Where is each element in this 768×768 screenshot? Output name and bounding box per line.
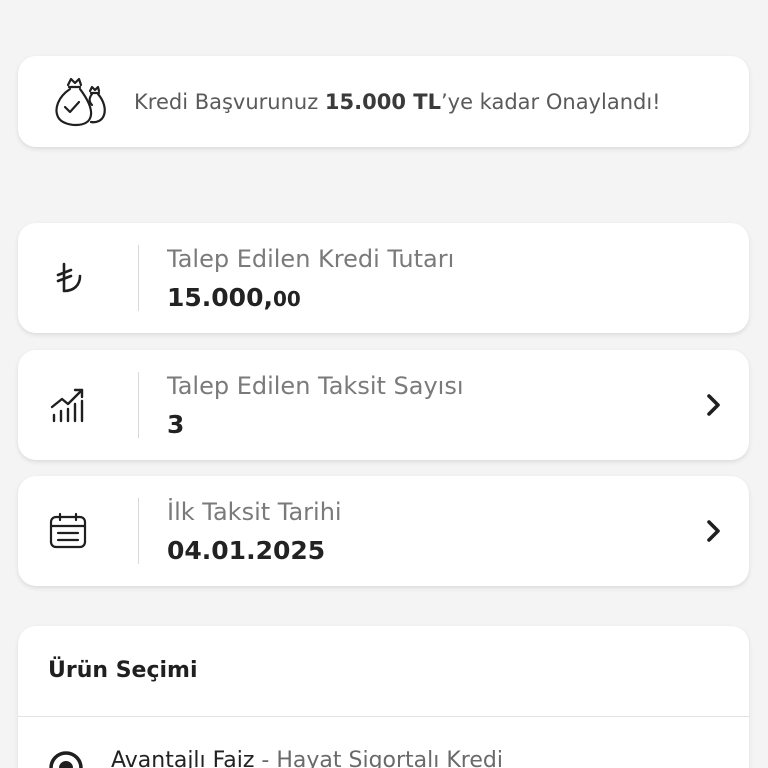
- approval-banner: Kredi Başvurunuz 15.000 TL’ye kadar Onay…: [18, 56, 749, 147]
- installment-count-label: Talep Edilen Taksit Sayısı: [167, 372, 464, 400]
- product-selection-card: Ürün Seçimi Avantajlı Faiz - Hayat Sigor…: [18, 626, 749, 768]
- turkish-lira-icon: [56, 262, 82, 293]
- chevron-right-icon[interactable]: [703, 517, 725, 545]
- approval-message: Kredi Başvurunuz 15.000 TL’ye kadar Onay…: [134, 90, 661, 114]
- product-selection-title: Ürün Seçimi: [48, 658, 198, 683]
- requested-amount-label: Talep Edilen Kredi Tutarı: [167, 245, 455, 273]
- installment-count-value: 3: [167, 410, 185, 439]
- product-option-label[interactable]: Avantajlı Faiz - Hayat Sigortalı Kredi: [111, 748, 503, 768]
- approved-amount: 15.000 TL: [324, 90, 441, 114]
- calendar-icon: [49, 512, 87, 549]
- loan-application-screen: Kredi Başvurunuz 15.000 TL’ye kadar Onay…: [0, 0, 768, 768]
- bar-chart-growth-icon: [50, 388, 84, 423]
- radio-selected-icon[interactable]: [48, 750, 84, 768]
- chevron-right-icon[interactable]: [703, 391, 725, 419]
- first-installment-date-value: 04.01.2025: [167, 536, 326, 565]
- first-installment-date-label: İlk Taksit Tarihi: [167, 498, 342, 526]
- installment-count-card[interactable]: Talep Edilen Taksit Sayısı 3: [18, 350, 749, 460]
- requested-amount-value: 15.000,00: [167, 283, 301, 312]
- money-bags-check-icon: [55, 77, 106, 127]
- first-installment-date-card[interactable]: İlk Taksit Tarihi 04.01.2025: [18, 476, 749, 586]
- requested-amount-card: Talep Edilen Kredi Tutarı 15.000,00: [18, 223, 749, 333]
